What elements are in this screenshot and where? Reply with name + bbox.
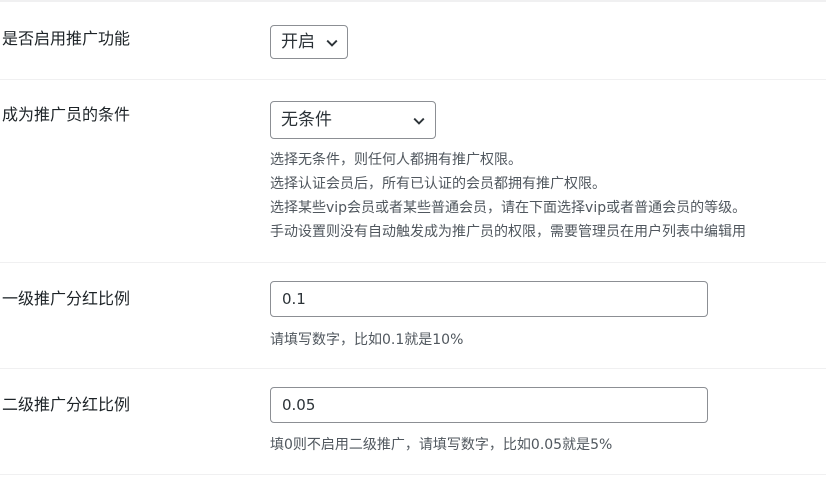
setting-row-enable-promotion: 是否启用推广功能 开启 xyxy=(0,2,826,80)
level1-ratio-input[interactable] xyxy=(270,281,708,317)
setting-row-level2-ratio: 二级推广分红比例 填0则不启用二级推广，请填写数字，比如0.05就是5% xyxy=(0,369,826,475)
enable-promotion-value: 开启 xyxy=(281,32,315,52)
description-line: 选择认证会员后，所有已认证的会员都拥有推广权限。 xyxy=(270,176,606,192)
description-line: 选择无条件，则任何人都拥有推广权限。 xyxy=(270,152,522,168)
level2-ratio-description: 填0则不启用二级推广，请填写数字，比如0.05就是5% xyxy=(270,437,613,453)
setting-row-promoter-condition: 成为推广员的条件 无条件 选择无条件，则任何人都拥有推广权限。 选择认证会员后，… xyxy=(0,80,826,263)
enable-promotion-label: 是否启用推广功能 xyxy=(2,29,131,48)
setting-row-level1-ratio: 一级推广分红比例 请填写数字，比如0.1就是10% xyxy=(0,263,826,369)
promoter-condition-value: 无条件 xyxy=(281,110,332,130)
level2-ratio-label: 二级推广分红比例 xyxy=(2,395,131,414)
promoter-condition-select[interactable]: 无条件 xyxy=(270,101,436,139)
chevron-down-icon xyxy=(413,117,425,125)
enable-promotion-select[interactable]: 开启 xyxy=(270,25,348,59)
promoter-condition-label: 成为推广员的条件 xyxy=(2,105,131,124)
description-line: 选择某些vip会员或者某些普通会员，请在下面选择vip或者普通会员的等级。 xyxy=(270,200,747,216)
chevron-down-icon xyxy=(326,39,338,47)
level1-ratio-description: 请填写数字，比如0.1就是10% xyxy=(270,332,464,348)
level1-ratio-label: 一级推广分红比例 xyxy=(2,289,131,308)
level2-ratio-input[interactable] xyxy=(270,387,708,423)
promoter-condition-description: 选择无条件，则任何人都拥有推广权限。 选择认证会员后，所有已认证的会员都拥有推广… xyxy=(270,148,746,244)
description-line: 手动设置则没有自动触发成为推广员的权限，需要管理员在用户列表中编辑用 xyxy=(270,224,746,240)
